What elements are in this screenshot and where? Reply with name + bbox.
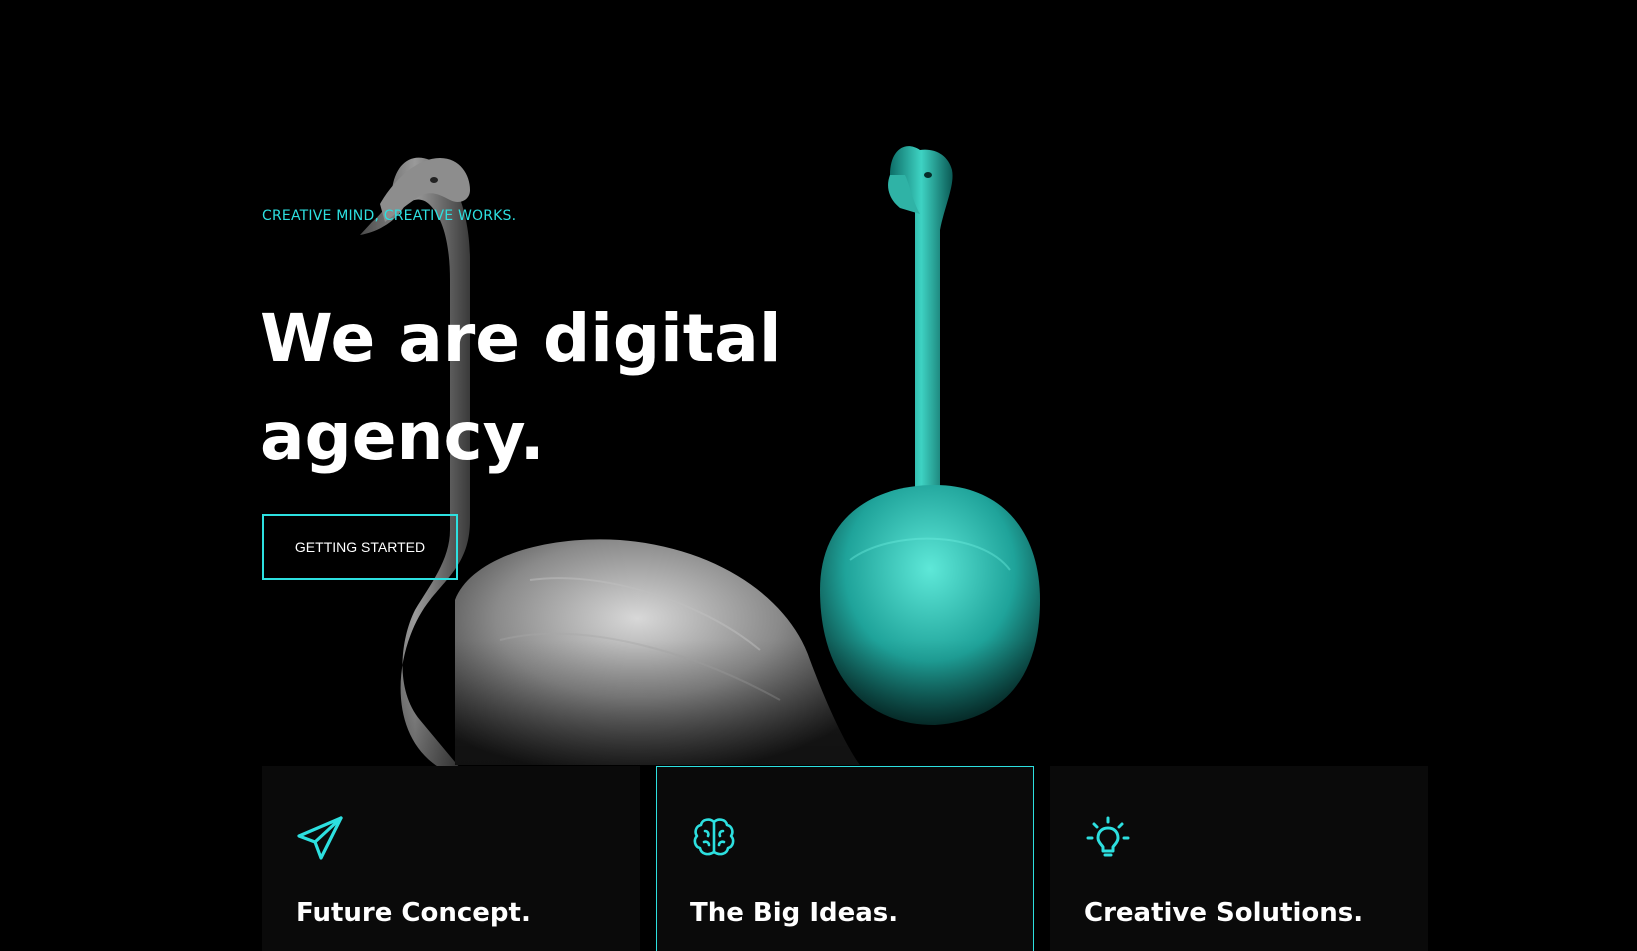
hero-headline: We are digital agency. [260,300,782,475]
feature-card-future-concept[interactable]: Future Concept. [262,766,640,951]
feature-title: Future Concept. [296,898,531,928]
getting-started-button[interactable]: GETTING STARTED [262,514,458,580]
hero-section: CREATIVE MIND, CREATIVE WORKS. We are di… [0,0,1637,951]
brain-icon [693,818,735,856]
features-row: Future Concept. The Big Ideas. Creative … [262,766,1428,951]
feature-title: Creative Solutions. [1084,898,1364,928]
hero-tagline: CREATIVE MIND, CREATIVE WORKS. [262,208,517,224]
feature-card-big-ideas[interactable]: The Big Ideas. [656,766,1034,951]
feature-title: The Big Ideas. [690,898,899,928]
lightbulb-icon [1086,816,1130,857]
feature-card-creative-solutions[interactable]: Creative Solutions. [1050,766,1428,951]
paper-plane-icon [297,816,343,860]
